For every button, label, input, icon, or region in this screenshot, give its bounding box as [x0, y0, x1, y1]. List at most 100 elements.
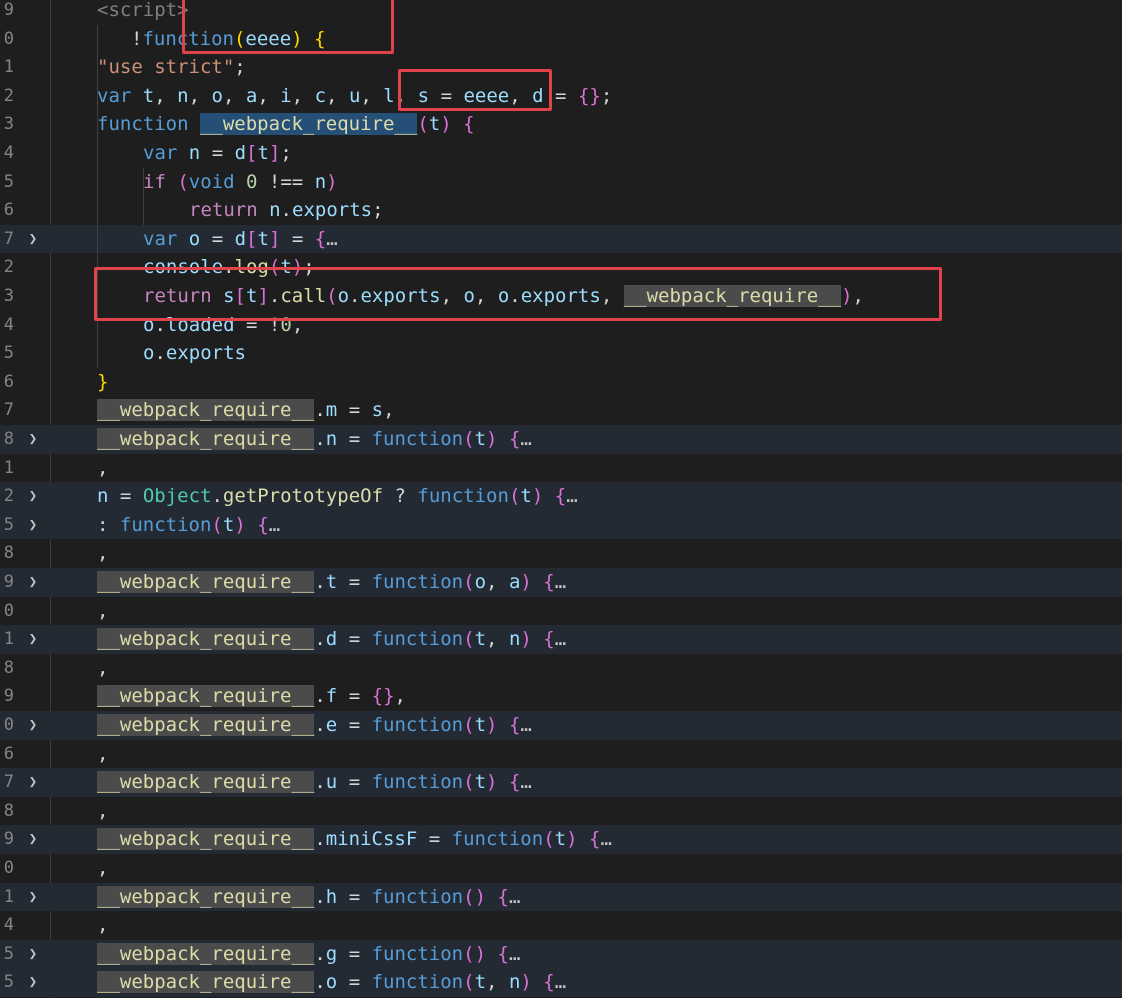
code-line[interactable]: 1 "use strict"; — [0, 53, 1122, 82]
annotation-box-s-assignment — [398, 69, 552, 111]
code-line[interactable]: 9 ❯ __webpack_require__.t = function(o, a)… — [0, 568, 1122, 597]
ellipsis-icon: … — [600, 828, 612, 851]
code-line[interactable]: 1 ❯ __webpack_require__.h = function() {… — [0, 882, 1122, 912]
code-line[interactable]: 6} — [0, 368, 1122, 397]
code-text: var o = d[t] = {… — [143, 227, 338, 250]
code-text: , — [97, 914, 109, 937]
code-text: __webpack_require__.f = {}, — [97, 685, 406, 708]
ellipsis-icon: … — [554, 571, 567, 593]
line-number: 1 — [3, 886, 14, 907]
code-line[interactable]: 0 ❯ __webpack_require__.e = function(t) {… — [0, 711, 1122, 740]
line-number: 9 — [3, 0, 14, 20]
line-number: 8 — [3, 800, 14, 821]
code-line[interactable]: 0, — [0, 597, 1122, 626]
code-line[interactable]: 5 ❯ __webpack_require__.g = function() {… — [0, 939, 1122, 969]
code-editor[interactable]: 9 <script> 0 !function(eeee) {1 "use strict"… — [0, 0, 1122, 998]
line-number: 2 — [3, 257, 14, 278]
annotation-box-function-param — [182, 0, 394, 54]
line-number: 4 — [3, 143, 14, 163]
ellipsis-icon: … — [326, 227, 338, 250]
code-text: function __webpack_require__(t) { — [97, 113, 475, 136]
chevron-right-icon[interactable]: ❯ — [26, 768, 40, 797]
code-text: __webpack_require__.miniCssF = function(… — [97, 828, 612, 851]
code-line[interactable]: 8, — [0, 654, 1122, 683]
line-number: 7 — [3, 772, 14, 793]
code-text: __webpack_require__.d = function(t, n) {… — [97, 628, 567, 651]
code-line[interactable]: 0, — [0, 854, 1122, 883]
code-line[interactable]: 0 !function(eeee) { — [0, 25, 1122, 54]
chevron-right-icon[interactable]: ❯ — [26, 968, 40, 997]
code-line[interactable]: 8, — [0, 797, 1122, 826]
line-number: 5 — [3, 972, 14, 993]
code-line[interactable]: 7 ❯ __webpack_require__.u = function(t) {… — [0, 768, 1122, 797]
line-number: 8 — [3, 657, 14, 678]
code-text: , — [97, 599, 109, 622]
ellipsis-icon: … — [554, 628, 567, 651]
code-line[interactable]: 6, — [0, 740, 1122, 769]
line-number: 9 — [3, 686, 14, 707]
chevron-right-icon[interactable]: ❯ — [26, 825, 40, 854]
code-line[interactable]: 7 __webpack_require__.m = s, — [0, 396, 1122, 425]
chevron-right-icon[interactable]: ❯ — [26, 568, 40, 597]
line-number: 3 — [3, 114, 14, 135]
chevron-right-icon[interactable]: ❯ — [26, 482, 40, 511]
line-number: 4 — [3, 314, 14, 335]
code-text: , — [97, 857, 109, 879]
ellipsis-icon: … — [508, 942, 521, 965]
chevron-right-icon[interactable]: ❯ — [26, 625, 40, 654]
code-line[interactable]: 8, — [0, 539, 1122, 568]
ellipsis-icon: … — [566, 485, 578, 508]
code-line[interactable]: 2 var t, n, o, a, i, c, u, l, s = eeee, d… — [0, 82, 1122, 111]
code-line[interactable]: 6 return n.exports; — [0, 196, 1122, 225]
code-line[interactable]: 5 ❯ : function(t) {… — [0, 510, 1122, 540]
code-text: n = Object.getPrototypeOf ? function(t) … — [97, 485, 578, 508]
chevron-right-icon[interactable]: ❯ — [26, 711, 40, 740]
code-line[interactable]: 4, — [0, 911, 1122, 940]
chevron-right-icon[interactable]: ❯ — [26, 883, 40, 912]
ellipsis-icon: … — [520, 714, 532, 736]
code-line[interactable]: 4 var n = d[t]; — [0, 139, 1122, 168]
line-number: 5 — [3, 514, 14, 535]
code-text: , — [97, 456, 109, 479]
code-text: "use strict"; — [97, 56, 246, 79]
code-text: , — [97, 799, 109, 822]
code-text: if (void 0 !== n) — [143, 170, 338, 193]
code-line[interactable]: 9 <script> — [0, 0, 1122, 25]
code-text: : function(t) {… — [97, 513, 281, 536]
code-line[interactable]: 5 ❯ __webpack_require__.o = function(t, n)… — [0, 968, 1122, 997]
code-line[interactable]: 7 ❯ var o = d[t] = {… — [0, 224, 1122, 254]
code-text: , — [97, 542, 109, 565]
code-line[interactable]: 3 function __webpack_require__(t) { — [0, 110, 1122, 139]
line-number: 8 — [3, 429, 14, 449]
chevron-right-icon[interactable]: ❯ — [26, 225, 40, 254]
code-text: __webpack_require__.h = function() {… — [97, 885, 521, 908]
line-number: 2 — [3, 486, 14, 507]
code-text: o.exports — [143, 342, 246, 365]
line-number: 4 — [3, 915, 14, 936]
code-text: __webpack_require__.e = function(t) {… — [97, 714, 532, 736]
ellipsis-icon: … — [554, 971, 567, 994]
code-line[interactable]: 1 ❯ __webpack_require__.d = function(t, n)… — [0, 625, 1122, 654]
code-text: } — [97, 370, 109, 393]
ellipsis-icon: … — [520, 771, 532, 794]
chevron-right-icon[interactable]: ❯ — [26, 511, 40, 540]
code-text: , — [97, 656, 109, 679]
chevron-right-icon[interactable]: ❯ — [26, 425, 40, 454]
ellipsis-icon: … — [508, 885, 521, 908]
line-number: 0 — [3, 28, 14, 49]
code-text: __webpack_require__.o = function(t, n) {… — [97, 971, 567, 994]
code-text: __webpack_require__.n = function(t) {… — [97, 428, 532, 450]
code-line[interactable]: 5 if (void 0 !== n) — [0, 168, 1122, 197]
code-text: __webpack_require__.g = function() {… — [97, 942, 521, 965]
code-line[interactable]: 2 ❯ n = Object.getPrototypeOf ? function(t… — [0, 482, 1122, 511]
code-line[interactable]: 9 ❯ __webpack_require__.miniCssF = functio… — [0, 825, 1122, 854]
code-line[interactable]: 9 __webpack_require__.f = {}, — [0, 682, 1122, 711]
code-line[interactable]: 1, — [0, 454, 1122, 483]
line-number: 5 — [3, 343, 14, 364]
code-line[interactable]: 5 o.exports — [0, 339, 1122, 368]
chevron-right-icon[interactable]: ❯ — [26, 940, 40, 969]
line-number: 6 — [3, 371, 14, 392]
code-line[interactable]: 8 ❯ __webpack_require__.n = function(t) {… — [0, 425, 1122, 454]
line-number: 7 — [3, 228, 14, 249]
line-number: 1 — [3, 629, 14, 650]
